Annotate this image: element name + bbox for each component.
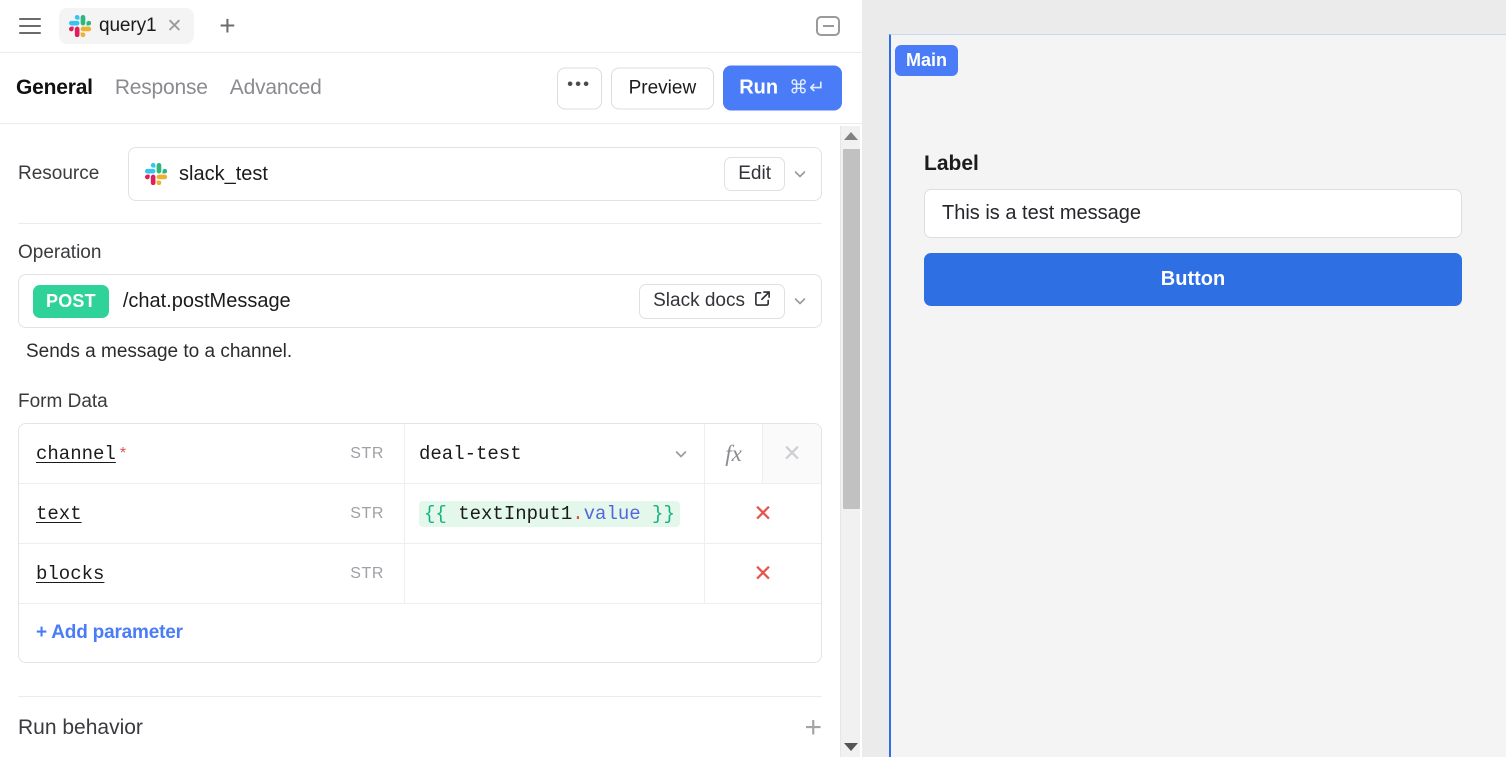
app-root: query1 ✕ + General Response Advanced •••… <box>0 0 1506 757</box>
operation-label: Operation <box>18 242 102 263</box>
scroll-down-arrow-icon[interactable] <box>841 737 861 757</box>
resource-label: Resource <box>18 163 100 184</box>
submit-button-widget[interactable]: Button <box>924 253 1462 306</box>
param-key-channel[interactable]: channel <box>36 443 116 465</box>
minimize-icon[interactable] <box>816 16 840 36</box>
resource-row: Resource slack_test Edit <box>18 147 822 201</box>
param-value-cell[interactable]: deal-test <box>405 424 705 483</box>
text-input-value: This is a test message <box>942 202 1141 224</box>
add-run-behavior-icon[interactable]: + <box>804 713 822 743</box>
hamburger-line <box>19 32 41 34</box>
tab-general[interactable]: General <box>16 76 93 100</box>
triangle-down <box>844 743 858 751</box>
hamburger-line <box>19 25 41 27</box>
external-link-icon <box>754 290 771 313</box>
remove-param-button: ✕ <box>763 424 821 483</box>
slack-icon <box>69 15 91 37</box>
fx-toggle-button[interactable]: fx <box>705 424 763 483</box>
text-input-widget[interactable]: This is a test message <box>924 189 1462 238</box>
param-value-channel: deal-test <box>419 442 522 465</box>
editor-scrollbar[interactable] <box>840 126 860 757</box>
param-key-cell: text STR <box>19 484 405 543</box>
param-key-blocks[interactable]: blocks <box>36 563 104 585</box>
chevron-down-icon[interactable] <box>785 286 815 316</box>
param-type: STR <box>350 444 384 462</box>
param-key-cell: blocks STR <box>19 544 405 603</box>
scroll-up-arrow-icon[interactable] <box>841 126 861 146</box>
http-method-badge: POST <box>33 284 109 318</box>
divider <box>18 223 822 224</box>
hamburger-menu-icon[interactable] <box>19 15 41 37</box>
scrollbar-thumb[interactable] <box>843 149 860 509</box>
minimize-dash <box>822 25 834 27</box>
app-canvas-panel: Main Label This is a test message Button <box>862 0 1506 757</box>
resource-value: slack_test <box>179 162 268 185</box>
form-data-label: Form Data <box>18 391 108 412</box>
query-tab-label: query1 <box>99 15 157 36</box>
run-behavior-section: Run behavior + <box>18 696 822 757</box>
run-shortcut-label: ⌘↵ <box>789 77 826 99</box>
button-widget-label: Button <box>1160 268 1226 290</box>
table-row: channel * STR deal-test fx ✕ <box>19 424 821 484</box>
form-data-table: channel * STR deal-test fx ✕ text STR {{… <box>18 423 822 663</box>
operation-select[interactable]: POST /chat.postMessage Slack docs <box>18 274 822 328</box>
operation-path: /chat.postMessage <box>122 289 291 312</box>
run-button[interactable]: Run ⌘↵ <box>723 65 842 111</box>
tab-response[interactable]: Response <box>115 76 208 100</box>
expr-close-brace: }} <box>640 502 675 525</box>
tab-advanced[interactable]: Advanced <box>230 76 322 100</box>
param-value-cell[interactable]: {{ textInput1.value }} <box>405 484 705 543</box>
expr-identifier: textInput1 <box>446 502 573 525</box>
slack-docs-button[interactable]: Slack docs <box>639 283 785 319</box>
table-row: blocks STR ✕ <box>19 544 821 604</box>
expr-dot: . <box>572 502 584 525</box>
remove-param-button[interactable]: ✕ <box>705 484 821 543</box>
param-key-text[interactable]: text <box>36 503 82 525</box>
add-parameter-button[interactable]: + Add parameter <box>19 604 821 662</box>
query-toolbar: General Response Advanced ••• Preview Ru… <box>0 53 862 124</box>
run-behavior-title: Run behavior <box>18 716 143 739</box>
slack-docs-label: Slack docs <box>653 290 745 311</box>
close-icon[interactable]: ✕ <box>165 17 185 36</box>
table-row: text STR {{ textInput1.value }} ✕ <box>19 484 821 544</box>
triangle-up <box>844 132 858 140</box>
expr-open-brace: {{ <box>424 502 447 525</box>
query-tab-bar: query1 ✕ + <box>0 0 862 53</box>
add-query-icon[interactable]: + <box>214 12 240 40</box>
operation-description: Sends a message to a channel. <box>26 341 293 362</box>
preview-button[interactable]: Preview <box>610 67 715 109</box>
param-type: STR <box>350 504 384 522</box>
text-input-label: Label <box>924 152 979 175</box>
canvas-widgets: Label This is a test message Button <box>924 152 1462 306</box>
slack-icon <box>145 163 167 185</box>
query-tab-query1[interactable]: query1 ✕ <box>59 8 195 44</box>
param-type: STR <box>350 564 384 582</box>
query-form-content: Resource slack_test Edit Operation POST … <box>0 125 840 757</box>
chevron-down-icon[interactable] <box>666 439 696 469</box>
frame-label-main[interactable]: Main <box>895 45 959 76</box>
param-key-cell: channel * STR <box>19 424 405 483</box>
hamburger-line <box>19 18 41 20</box>
toolbar-actions: ••• Preview Run ⌘↵ <box>556 65 842 111</box>
required-asterisk: * <box>119 444 127 462</box>
query-editor-panel: query1 ✕ + General Response Advanced •••… <box>0 0 862 757</box>
expr-property: value <box>583 502 641 525</box>
query-section-tabs: General Response Advanced <box>16 76 322 100</box>
remove-param-button[interactable]: ✕ <box>705 544 821 603</box>
edit-resource-button[interactable]: Edit <box>724 157 785 191</box>
more-options-button[interactable]: ••• <box>556 67 602 109</box>
run-button-label: Run <box>739 76 779 99</box>
param-value-cell[interactable] <box>405 544 705 603</box>
resource-select[interactable]: slack_test Edit <box>128 147 822 201</box>
param-value-expression: {{ textInput1.value }} <box>419 500 680 527</box>
chevron-down-icon[interactable] <box>785 159 815 189</box>
canvas-main-frame[interactable] <box>889 34 1506 757</box>
